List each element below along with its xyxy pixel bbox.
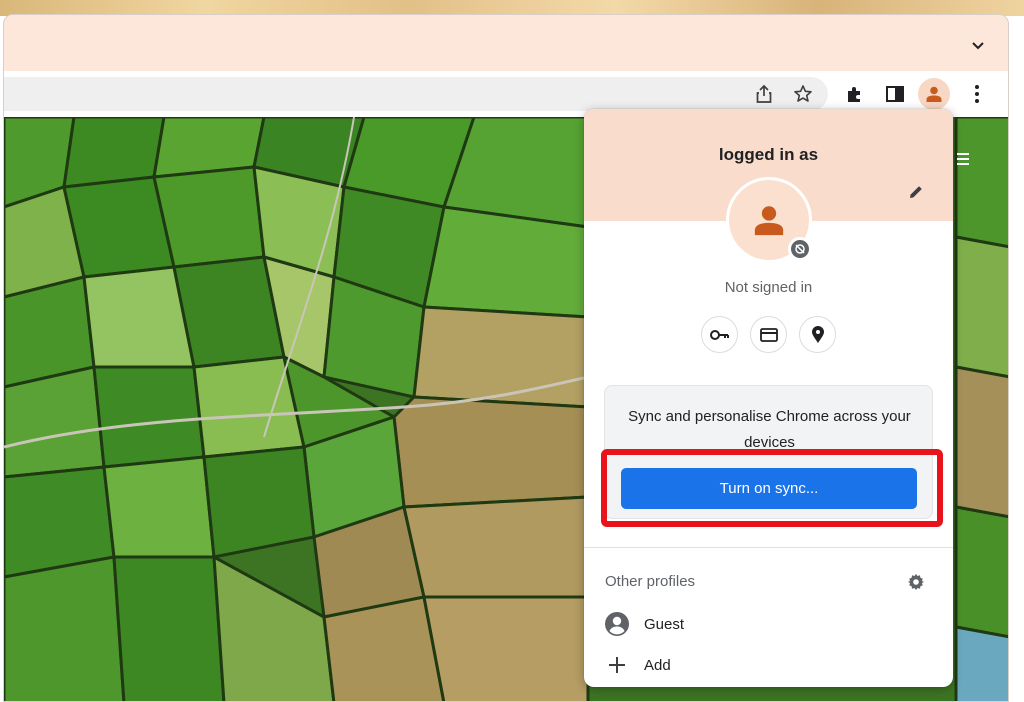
chevron-down-icon[interactable]	[970, 37, 986, 53]
annotation-highlight-box	[601, 449, 943, 527]
guest-avatar-icon	[604, 611, 630, 637]
share-icon[interactable]	[753, 83, 775, 105]
star-icon[interactable]	[792, 83, 814, 105]
sync-off-icon	[788, 237, 812, 261]
profile-label-guest: Guest	[644, 615, 685, 633]
profile-row-add[interactable]: Add	[604, 652, 671, 678]
profile-title: logged in as	[718, 145, 819, 164]
tab-strip	[4, 15, 1008, 71]
quick-actions	[584, 316, 953, 353]
add-icon	[604, 652, 630, 678]
signin-status: Not signed in	[724, 279, 813, 296]
divider	[584, 547, 953, 548]
payment-card-icon[interactable]	[750, 316, 787, 353]
more-menu-icon[interactable]	[966, 83, 988, 105]
gear-icon[interactable]	[905, 571, 927, 593]
other-profiles-label: Other profiles	[605, 573, 696, 590]
profile-row-guest[interactable]: Guest	[604, 611, 684, 637]
profile-menu-popup: logged in as Not signed in Sync and pers…	[584, 109, 953, 687]
passwords-key-icon[interactable]	[701, 316, 738, 353]
address-bar[interactable]	[4, 77, 828, 111]
location-pin-icon[interactable]	[799, 316, 836, 353]
person-icon	[754, 206, 784, 236]
edit-pencil-icon[interactable]	[905, 181, 927, 203]
side-panel-icon[interactable]	[884, 83, 906, 105]
page-menu-icon[interactable]	[956, 152, 984, 171]
profile-avatar-icon	[926, 86, 942, 102]
profile-avatar-button[interactable]	[918, 78, 950, 110]
profile-label-add: Add	[644, 656, 671, 674]
extensions-icon[interactable]	[844, 83, 866, 105]
